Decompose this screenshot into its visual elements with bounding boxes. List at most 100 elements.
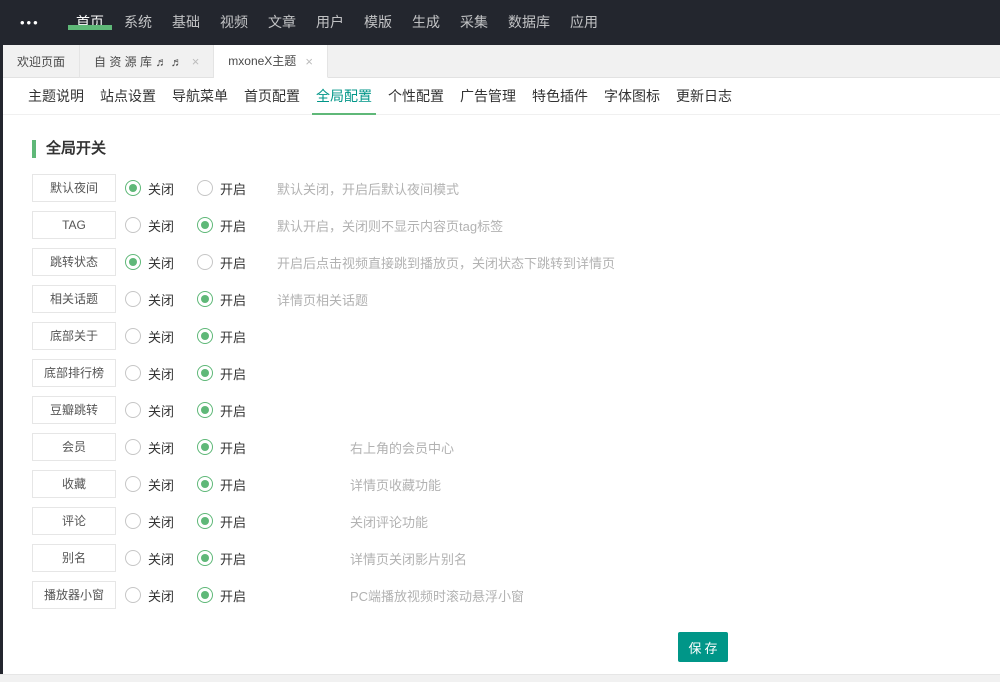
switch-row-description: 默认关闭，开启后默认夜间模式: [277, 179, 459, 198]
radio-on-circle-icon: [197, 328, 213, 344]
radio-off-circle-icon: [125, 587, 141, 603]
radio-on-circle-icon: [197, 513, 213, 529]
radio-on-label: 开启: [220, 216, 246, 235]
radio-off-label: 关闭: [148, 512, 174, 531]
radio-off[interactable]: 关闭: [125, 327, 174, 346]
radio-off-circle-icon: [125, 328, 141, 344]
switch-row: 底部关于 关闭 开启: [32, 322, 1000, 350]
topnav-item-11[interactable]: 应用: [560, 14, 608, 30]
radio-on-circle-icon: [197, 217, 213, 233]
content-area: 主题说明站点设置导航菜单首页配置全局配置个性配置广告管理特色插件字体图标更新日志…: [3, 78, 1000, 674]
switch-row: 收藏 关闭 开启 详情页收藏功能: [32, 470, 1000, 498]
switch-row-label: 相关话题: [32, 285, 116, 313]
switch-row-label: TAG: [32, 211, 116, 239]
radio-off-circle-icon: [125, 550, 141, 566]
radio-off[interactable]: 关闭: [125, 364, 174, 383]
radio-on-label: 开启: [220, 253, 246, 272]
radio-off[interactable]: 关闭: [125, 475, 174, 494]
radio-on[interactable]: 开启: [197, 438, 246, 457]
radio-on-label: 开启: [220, 586, 246, 605]
config-tab-9[interactable]: 字体图标: [600, 78, 664, 115]
radio-on[interactable]: 开启: [197, 290, 246, 309]
radio-on[interactable]: 开启: [197, 364, 246, 383]
config-tab-8[interactable]: 特色插件: [528, 78, 592, 115]
topnav-item-6[interactable]: 用户: [306, 14, 354, 30]
radio-off-circle-icon: [125, 476, 141, 492]
topnav-item-5[interactable]: 文章: [258, 14, 306, 30]
switch-row: 评论 关闭 开启 关闭评论功能: [32, 507, 1000, 535]
topnav-item-9[interactable]: 采集: [450, 14, 498, 30]
close-icon[interactable]: ×: [192, 55, 200, 68]
switch-row-label: 会员: [32, 433, 116, 461]
config-tab-6[interactable]: 个性配置: [384, 78, 448, 115]
radio-on-label: 开启: [220, 364, 246, 383]
switch-row-description: 右上角的会员中心: [350, 438, 454, 457]
topnav-item-4[interactable]: 视频: [210, 14, 258, 30]
radio-off-label: 关闭: [148, 327, 174, 346]
radio-on-label: 开启: [220, 475, 246, 494]
topnav-item-2[interactable]: 系统: [114, 14, 162, 30]
radio-on-circle-icon: [197, 550, 213, 566]
save-button[interactable]: 保存: [678, 632, 728, 662]
config-tab-10[interactable]: 更新日志: [672, 78, 736, 115]
radio-on[interactable]: 开启: [197, 549, 246, 568]
radio-off-label: 关闭: [148, 549, 174, 568]
radio-off[interactable]: 关闭: [125, 512, 174, 531]
topnav-item-label: 数据库: [508, 14, 550, 30]
radio-off[interactable]: 关闭: [125, 290, 174, 309]
switch-row-description: PC端播放视频时滚动悬浮小窗: [350, 586, 524, 605]
radio-on[interactable]: 开启: [197, 475, 246, 494]
topnav-item-10[interactable]: 数据库: [498, 14, 560, 30]
switch-row-label: 别名: [32, 544, 116, 572]
radio-off-label: 关闭: [148, 216, 174, 235]
radio-off-circle-icon: [125, 254, 141, 270]
switch-row-label: 底部关于: [32, 322, 116, 350]
radio-on-circle-icon: [197, 476, 213, 492]
config-tab-2[interactable]: 站点设置: [96, 78, 160, 115]
radio-on[interactable]: 开启: [197, 216, 246, 235]
config-tab-5[interactable]: 全局配置: [312, 78, 376, 115]
global-switch-rows: 默认夜间 关闭 开启 默认关闭，开启后默认夜间模式 TAG 关闭 开启 默认开启…: [3, 174, 1000, 609]
window-tab-2[interactable]: 自 资 源 库 ♬ ♬×: [80, 45, 214, 78]
radio-off[interactable]: 关闭: [125, 179, 174, 198]
config-tab-7[interactable]: 广告管理: [456, 78, 520, 115]
window-tab-3[interactable]: mxoneX主题×: [214, 45, 328, 78]
radio-on-circle-icon: [197, 587, 213, 603]
radio-off-circle-icon: [125, 291, 141, 307]
config-tab-1[interactable]: 主题说明: [24, 78, 88, 115]
radio-on-label: 开启: [220, 401, 246, 420]
topnav-item-label: 基础: [172, 14, 200, 30]
radio-off[interactable]: 关闭: [125, 216, 174, 235]
close-icon[interactable]: ×: [305, 55, 313, 68]
radio-on[interactable]: 开启: [197, 586, 246, 605]
radio-on[interactable]: 开启: [197, 179, 246, 198]
switch-row: 底部排行榜 关闭 开启: [32, 359, 1000, 387]
switch-row-description: 详情页收藏功能: [350, 475, 441, 494]
radio-off[interactable]: 关闭: [125, 549, 174, 568]
topnav-item-7[interactable]: 模版: [354, 14, 402, 30]
radio-off-label: 关闭: [148, 586, 174, 605]
radio-on-label: 开启: [220, 327, 246, 346]
radio-on[interactable]: 开启: [197, 512, 246, 531]
radio-off[interactable]: 关闭: [125, 401, 174, 420]
radio-off[interactable]: 关闭: [125, 586, 174, 605]
radio-on[interactable]: 开启: [197, 401, 246, 420]
topnav-item-8[interactable]: 生成: [402, 14, 450, 30]
radio-off[interactable]: 关闭: [125, 438, 174, 457]
radio-on[interactable]: 开启: [197, 327, 246, 346]
topnav-item-label: 模版: [364, 14, 392, 30]
radio-on-label: 开启: [220, 512, 246, 531]
radio-off-label: 关闭: [148, 253, 174, 272]
topnav-item-label: 应用: [570, 14, 598, 30]
config-tab-label: 主题说明: [28, 88, 84, 104]
radio-off-circle-icon: [125, 513, 141, 529]
config-tab-3[interactable]: 导航菜单: [168, 78, 232, 115]
radio-off[interactable]: 关闭: [125, 253, 174, 272]
config-tab-4[interactable]: 首页配置: [240, 78, 304, 115]
radio-off-label: 关闭: [148, 401, 174, 420]
topnav-item-3[interactable]: 基础: [162, 14, 210, 30]
radio-on[interactable]: 开启: [197, 253, 246, 272]
more-menu-icon[interactable]: •••: [20, 15, 54, 30]
window-tab-1[interactable]: 欢迎页面: [3, 45, 80, 78]
topnav-item-1[interactable]: 首页: [66, 14, 114, 30]
